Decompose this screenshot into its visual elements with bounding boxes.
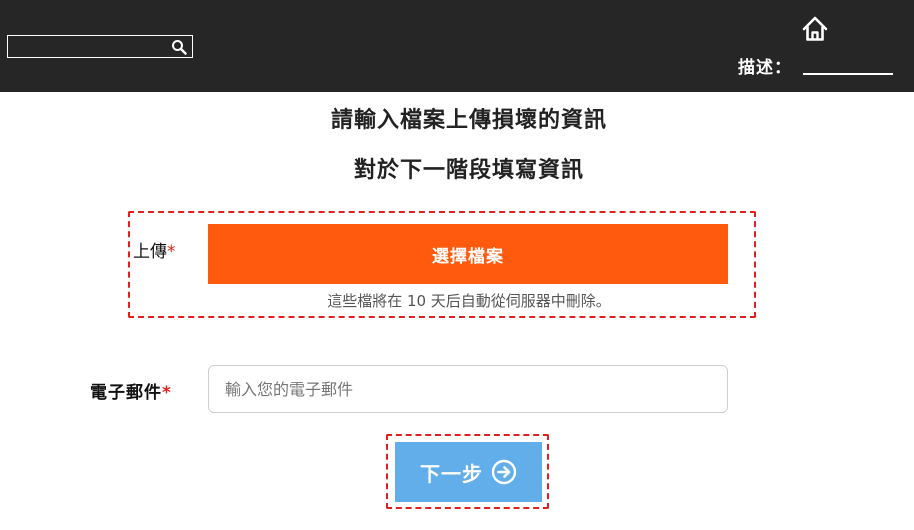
description-label: 描述： xyxy=(738,58,792,78)
page-heading-line1: 請輸入檔案上傳損壞的資訊 xyxy=(330,108,607,133)
email-label: 電子郵件* xyxy=(90,378,172,403)
required-asterisk: * xyxy=(167,242,176,262)
page-heading-line2: 對於下一階段填寫資訊 xyxy=(353,158,584,183)
search-box[interactable] xyxy=(7,35,193,58)
upload-label-text: 上傳 xyxy=(133,242,167,262)
email-input[interactable] xyxy=(208,365,728,413)
next-step-label: 下一步 xyxy=(420,461,483,486)
select-file-button[interactable]: 選擇檔案 xyxy=(208,224,728,284)
arrow-right-circle-icon xyxy=(491,459,517,485)
search-input[interactable] xyxy=(10,37,160,56)
upload-retention-note: 這些檔將在 10 天后自動從伺服器中刪除。 xyxy=(327,292,611,310)
email-label-text: 電子郵件 xyxy=(90,383,162,403)
description-blank-line xyxy=(803,73,893,75)
next-step-button[interactable]: 下一步 xyxy=(395,442,542,502)
required-asterisk: * xyxy=(162,383,172,403)
upload-label: 上傳* xyxy=(133,237,176,262)
search-icon[interactable] xyxy=(171,39,187,55)
home-icon[interactable] xyxy=(800,14,830,44)
top-bar: 描述： xyxy=(0,0,914,92)
